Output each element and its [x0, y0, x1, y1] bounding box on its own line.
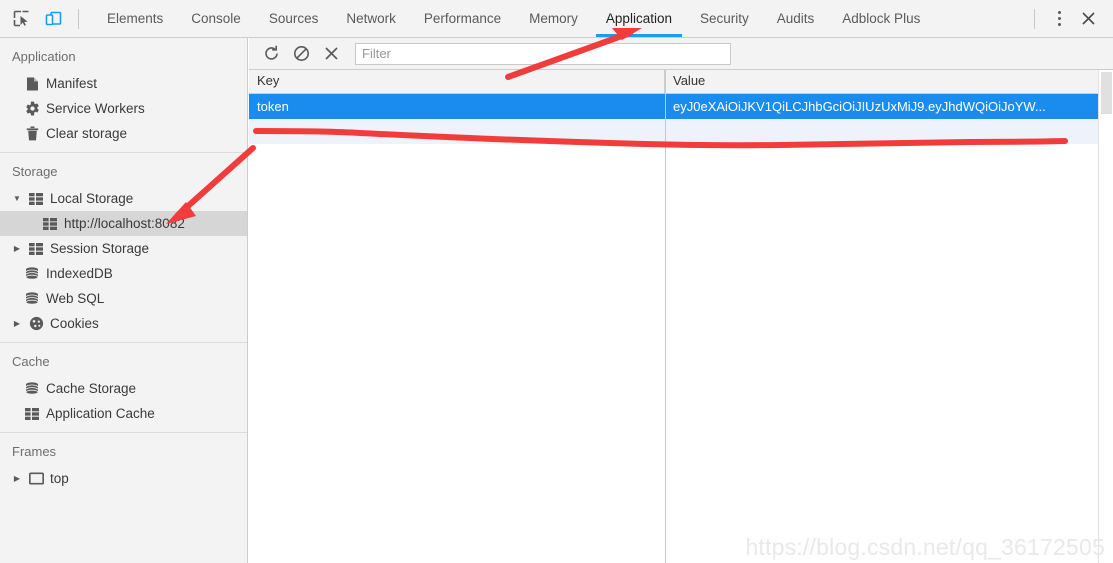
sidebar-section-title-cache: Cache	[12, 354, 50, 369]
cookie-icon	[28, 316, 44, 332]
device-toolbar-icon[interactable]	[42, 8, 64, 30]
scrollbar-thumb[interactable]	[1101, 72, 1112, 114]
inspect-element-icon[interactable]	[10, 8, 32, 30]
sidebar-item-session-storage[interactable]: ▶ Session Storage	[0, 236, 247, 261]
application-sidebar[interactable]: Application Manifest Service Workers Cle…	[0, 38, 248, 563]
sidebar-item-label: http://localhost:8082	[64, 216, 185, 231]
table-grid-icon	[28, 191, 44, 207]
devtools-window: Elements Console Sources Network Perform…	[0, 0, 1113, 563]
table-grid-icon	[42, 216, 58, 232]
sidebar-item-clear-storage[interactable]: Clear storage	[0, 121, 247, 146]
sidebar-item-top-frame[interactable]: ▶ top	[0, 466, 247, 491]
filter-input[interactable]	[355, 42, 731, 65]
column-resize-handle[interactable]	[665, 70, 666, 563]
gear-icon	[24, 101, 40, 117]
database-icon	[24, 291, 40, 307]
trash-icon	[24, 126, 40, 142]
tab-elements[interactable]: Elements	[93, 0, 177, 37]
close-icon[interactable]	[1075, 6, 1101, 32]
tab-label: Elements	[107, 11, 164, 26]
tab-sources[interactable]: Sources	[255, 0, 333, 37]
sidebar-item-label: Application Cache	[46, 406, 155, 421]
sidebar-item-service-workers[interactable]: Service Workers	[0, 96, 247, 121]
database-icon	[24, 266, 40, 282]
storage-toolbar	[249, 38, 1113, 70]
chevron-down-icon[interactable]: ▼	[12, 194, 22, 203]
toolbar-divider	[78, 8, 79, 29]
sidebar-section-title-application: Application	[12, 49, 76, 64]
tab-label: Network	[346, 11, 396, 26]
tab-label: Security	[699, 11, 749, 26]
devtools-tabbar: Elements Console Sources Network Perform…	[0, 0, 1113, 38]
sidebar-item-label: Session Storage	[50, 241, 150, 256]
sidebar-section-title-frames: Frames	[12, 444, 57, 459]
tab-memory[interactable]: Memory	[515, 0, 592, 37]
sidebar-item-indexeddb[interactable]: IndexedDB	[0, 261, 247, 286]
table-grid-icon	[24, 406, 40, 422]
chevron-right-icon[interactable]: ▶	[12, 474, 22, 483]
column-header-value[interactable]: Value	[665, 70, 1113, 93]
tab-audits[interactable]: Audits	[763, 0, 829, 37]
table-row[interactable]: token eyJ0eXAiOiJKV1QiLCJhbGciOiJIUzUxMi…	[249, 94, 1113, 119]
sidebar-item-cache-storage[interactable]: Cache Storage	[0, 376, 247, 401]
tab-list: Elements Console Sources Network Perform…	[93, 0, 1030, 37]
tab-console[interactable]: Console	[177, 0, 255, 37]
chevron-right-icon[interactable]: ▶	[12, 244, 22, 253]
sidebar-item-label: Clear storage	[46, 126, 128, 141]
row-key: token	[257, 99, 289, 114]
table-grid-icon	[28, 241, 44, 257]
tab-adblock-plus[interactable]: Adblock Plus	[828, 0, 934, 37]
sidebar-section-title-storage: Storage	[12, 164, 58, 179]
clear-all-icon[interactable]	[287, 41, 315, 67]
sidebar-item-label: IndexedDB	[46, 266, 113, 281]
database-icon	[24, 381, 40, 397]
sidebar-item-application-cache[interactable]: Application Cache	[0, 401, 247, 426]
tab-label: Performance	[423, 11, 502, 26]
sidebar-item-label: Cookies	[50, 316, 99, 331]
sidebar-item-cookies[interactable]: ▶ Cookies	[0, 311, 247, 336]
tab-performance[interactable]: Performance	[410, 0, 515, 37]
sidebar-item-localhost-8082[interactable]: http://localhost:8082	[0, 211, 247, 236]
storage-panel: Key Value token eyJ0eXAiOiJKV1QiLCJhbGci…	[249, 38, 1113, 563]
tabbar-tool-icons	[0, 0, 93, 37]
tab-label: Adblock Plus	[842, 11, 921, 26]
sidebar-item-local-storage[interactable]: ▼ Local Storage	[0, 186, 247, 211]
delete-selected-icon[interactable]	[317, 41, 345, 67]
vertical-scrollbar[interactable]	[1098, 70, 1113, 563]
storage-grid[interactable]: Key Value token eyJ0eXAiOiJKV1QiLCJhbGci…	[249, 70, 1113, 563]
manifest-document-icon	[24, 76, 40, 92]
sidebar-item-label: Cache Storage	[46, 381, 137, 396]
tab-label: Audits	[776, 11, 815, 26]
refresh-icon[interactable]	[257, 41, 285, 67]
tab-network[interactable]: Network	[332, 0, 410, 37]
chevron-right-icon[interactable]: ▶	[12, 319, 22, 328]
frame-window-icon	[28, 471, 44, 487]
grid-header-row: Key Value	[249, 70, 1113, 94]
table-row[interactable]	[249, 119, 1113, 144]
tab-label: Console	[191, 11, 241, 26]
sidebar-item-web-sql[interactable]: Web SQL	[0, 286, 247, 311]
watermark: https://blog.csdn.net/qq_36172505	[745, 534, 1105, 560]
sidebar-item-label: Manifest	[46, 76, 98, 91]
sidebar-item-label: Service Workers	[46, 101, 145, 116]
sidebar-item-label: Web SQL	[46, 291, 105, 306]
column-header-key[interactable]: Key	[249, 70, 665, 93]
tab-label: Application	[605, 11, 672, 26]
sidebar-item-label: Local Storage	[50, 191, 134, 206]
row-value: eyJ0eXAiOiJKV1QiLCJhbGciOiJIUzUxMiJ9.eyJ…	[673, 99, 1046, 114]
tab-label: Sources	[268, 11, 319, 26]
tab-application[interactable]: Application	[592, 0, 686, 37]
tabbar-right-controls	[1030, 0, 1113, 37]
tab-security[interactable]: Security	[686, 0, 763, 37]
toolbar-divider-right	[1034, 8, 1035, 29]
sidebar-item-manifest[interactable]: Manifest	[0, 71, 247, 96]
sidebar-item-label: top	[50, 471, 69, 486]
more-options-icon[interactable]	[1047, 7, 1071, 31]
tab-label: Memory	[529, 11, 578, 26]
